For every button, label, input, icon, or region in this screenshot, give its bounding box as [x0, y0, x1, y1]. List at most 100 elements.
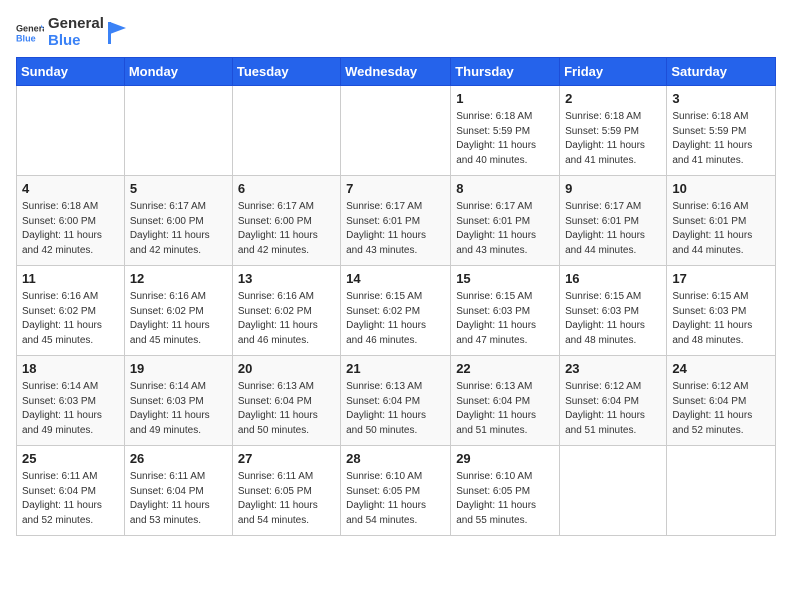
calendar-cell [667, 446, 776, 536]
calendar-cell: 29 Sunrise: 6:10 AM Sunset: 6:05 PM Dayli… [451, 446, 560, 536]
day-number: 19 [130, 360, 227, 378]
day-number: 11 [22, 270, 119, 288]
svg-text:General: General [16, 23, 44, 33]
calendar-cell: 13Sunrise: 6:16 AM Sunset: 6:02 PM Dayli… [232, 266, 340, 356]
day-info: Sunrise: 6:14 AM Sunset: 6:03 PM Dayligh… [22, 380, 119, 438]
day-info: Sunrise: 6:18 AM Sunset: 5:59 PM Dayligh… [565, 110, 661, 168]
weekday-header-thursday: Thursday [451, 58, 560, 86]
calendar-cell: 11 Sunrise: 6:16 AM Sunset: 6:02 PM Dayli… [17, 266, 125, 356]
calendar-table: SundayMondayTuesdayWednesdayThursdayFrid… [16, 57, 776, 536]
day-info: Sunrise: 6:11 AM Sunset: 6:04 PM Dayligh… [22, 470, 119, 528]
day-number: 15 [456, 270, 554, 288]
day-info: Sunrise: 6:17 AM Sunset: 6:00 PM Dayligh… [130, 200, 227, 258]
calendar-cell: 8 Sunrise: 6:17 AM Sunset: 6:01 PM Daylig… [451, 176, 560, 266]
calendar-cell: 15 Sunrise: 6:15 AM Sunset: 6:03 PM Dayli… [451, 266, 560, 356]
day-number: 2 [565, 90, 661, 108]
weekday-header-friday: Friday [560, 58, 667, 86]
calendar-cell: 23Sunrise: 6:12 AM Sunset: 6:04 PM Dayli… [560, 356, 667, 446]
logo-flag-icon [108, 22, 126, 44]
day-number: 21 [346, 360, 445, 378]
day-info: Sunrise: 6:15 AM Sunset: 6:03 PM Dayligh… [565, 290, 661, 348]
calendar-cell: 19 Sunrise: 6:14 AM Sunset: 6:03 PM Dayli… [124, 356, 232, 446]
weekday-header-tuesday: Tuesday [232, 58, 340, 86]
day-number: 26 [130, 450, 227, 468]
calendar-cell: 22 Sunrise: 6:13 AM Sunset: 6:04 PM Dayli… [451, 356, 560, 446]
generalblue-logo-icon: General Blue [16, 19, 44, 47]
day-info: Sunrise: 6:13 AM Sunset: 6:04 PM Dayligh… [456, 380, 554, 438]
day-info: Sunrise: 6:17 AM Sunset: 6:01 PM Dayligh… [456, 200, 554, 258]
day-info: Sunrise: 6:14 AM Sunset: 6:03 PM Dayligh… [130, 380, 227, 438]
day-info: Sunrise: 6:18 AM Sunset: 5:59 PM Dayligh… [672, 110, 770, 168]
day-number: 14 [346, 270, 445, 288]
day-number: 20 [238, 360, 335, 378]
day-number: 13 [238, 270, 335, 288]
calendar-cell: 2 Sunrise: 6:18 AM Sunset: 5:59 PM Daylig… [560, 86, 667, 176]
calendar-cell [341, 86, 451, 176]
day-number: 3 [672, 90, 770, 108]
day-number: 1 [456, 90, 554, 108]
calendar-cell: 7 Sunrise: 6:17 AM Sunset: 6:01 PM Daylig… [341, 176, 451, 266]
day-info: Sunrise: 6:16 AM Sunset: 6:02 PM Dayligh… [22, 290, 119, 348]
day-number: 12 [130, 270, 227, 288]
calendar-cell: 28Sunrise: 6:10 AM Sunset: 6:05 PM Dayli… [341, 446, 451, 536]
day-number: 4 [22, 180, 119, 198]
header: General Blue General Blue [16, 16, 776, 49]
day-info: Sunrise: 6:17 AM Sunset: 6:01 PM Dayligh… [346, 200, 445, 258]
day-number: 9 [565, 180, 661, 198]
day-info: Sunrise: 6:13 AM Sunset: 6:04 PM Dayligh… [238, 380, 335, 438]
day-number: 25 [22, 450, 119, 468]
day-info: Sunrise: 6:16 AM Sunset: 6:02 PM Dayligh… [130, 290, 227, 348]
calendar-cell: 10 Sunrise: 6:16 AM Sunset: 6:01 PM Dayli… [667, 176, 776, 266]
day-info: Sunrise: 6:12 AM Sunset: 6:04 PM Dayligh… [565, 380, 661, 438]
calendar-cell [124, 86, 232, 176]
calendar-cell: 20 Sunrise: 6:13 AM Sunset: 6:04 PM Dayli… [232, 356, 340, 446]
logo-blue-text: Blue [48, 33, 104, 50]
day-number: 17 [672, 270, 770, 288]
calendar-cell: 27 Sunrise: 6:11 AM Sunset: 6:05 PM Dayli… [232, 446, 340, 536]
day-number: 22 [456, 360, 554, 378]
day-info: Sunrise: 6:15 AM Sunset: 6:03 PM Dayligh… [456, 290, 554, 348]
day-info: Sunrise: 6:17 AM Sunset: 6:01 PM Dayligh… [565, 200, 661, 258]
day-number: 8 [456, 180, 554, 198]
weekday-header-saturday: Saturday [667, 58, 776, 86]
day-number: 5 [130, 180, 227, 198]
calendar-cell: 9 Sunrise: 6:17 AM Sunset: 6:01 PM Daylig… [560, 176, 667, 266]
calendar-cell: 21 Sunrise: 6:13 AM Sunset: 6:04 PM Dayli… [341, 356, 451, 446]
day-info: Sunrise: 6:11 AM Sunset: 6:04 PM Dayligh… [130, 470, 227, 528]
day-number: 7 [346, 180, 445, 198]
day-info: Sunrise: 6:15 AM Sunset: 6:02 PM Dayligh… [346, 290, 445, 348]
calendar-cell [17, 86, 125, 176]
day-number: 28 [346, 450, 445, 468]
calendar-cell: 3 Sunrise: 6:18 AM Sunset: 5:59 PM Daylig… [667, 86, 776, 176]
calendar-cell: 1Sunrise: 6:18 AM Sunset: 5:59 PM Daylig… [451, 86, 560, 176]
svg-text:Blue: Blue [16, 33, 36, 43]
day-info: Sunrise: 6:13 AM Sunset: 6:04 PM Dayligh… [346, 380, 445, 438]
calendar-cell: 14 Sunrise: 6:15 AM Sunset: 6:02 PM Dayli… [341, 266, 451, 356]
day-info: Sunrise: 6:10 AM Sunset: 6:05 PM Dayligh… [456, 470, 554, 528]
calendar-cell: 24 Sunrise: 6:12 AM Sunset: 6:04 PM Dayli… [667, 356, 776, 446]
calendar-cell: 16 Sunrise: 6:15 AM Sunset: 6:03 PM Dayli… [560, 266, 667, 356]
day-number: 29 [456, 450, 554, 468]
day-number: 16 [565, 270, 661, 288]
calendar-cell [232, 86, 340, 176]
day-number: 18 [22, 360, 119, 378]
day-info: Sunrise: 6:18 AM Sunset: 6:00 PM Dayligh… [22, 200, 119, 258]
calendar-cell: 4 Sunrise: 6:18 AM Sunset: 6:00 PM Daylig… [17, 176, 125, 266]
day-info: Sunrise: 6:16 AM Sunset: 6:01 PM Dayligh… [672, 200, 770, 258]
calendar-cell: 26 Sunrise: 6:11 AM Sunset: 6:04 PM Dayli… [124, 446, 232, 536]
weekday-header-wednesday: Wednesday [341, 58, 451, 86]
calendar-cell: 25 Sunrise: 6:11 AM Sunset: 6:04 PM Dayli… [17, 446, 125, 536]
day-number: 10 [672, 180, 770, 198]
weekday-header-sunday: Sunday [17, 58, 125, 86]
calendar-cell: 6Sunrise: 6:17 AM Sunset: 6:00 PM Daylig… [232, 176, 340, 266]
day-info: Sunrise: 6:17 AM Sunset: 6:00 PM Dayligh… [238, 200, 335, 258]
weekday-header-monday: Monday [124, 58, 232, 86]
day-number: 27 [238, 450, 335, 468]
logo: General Blue General Blue [16, 16, 126, 49]
day-info: Sunrise: 6:11 AM Sunset: 6:05 PM Dayligh… [238, 470, 335, 528]
day-number: 24 [672, 360, 770, 378]
logo-general-text: General [48, 16, 104, 33]
day-info: Sunrise: 6:12 AM Sunset: 6:04 PM Dayligh… [672, 380, 770, 438]
calendar-cell: 12 Sunrise: 6:16 AM Sunset: 6:02 PM Dayli… [124, 266, 232, 356]
calendar-cell [560, 446, 667, 536]
